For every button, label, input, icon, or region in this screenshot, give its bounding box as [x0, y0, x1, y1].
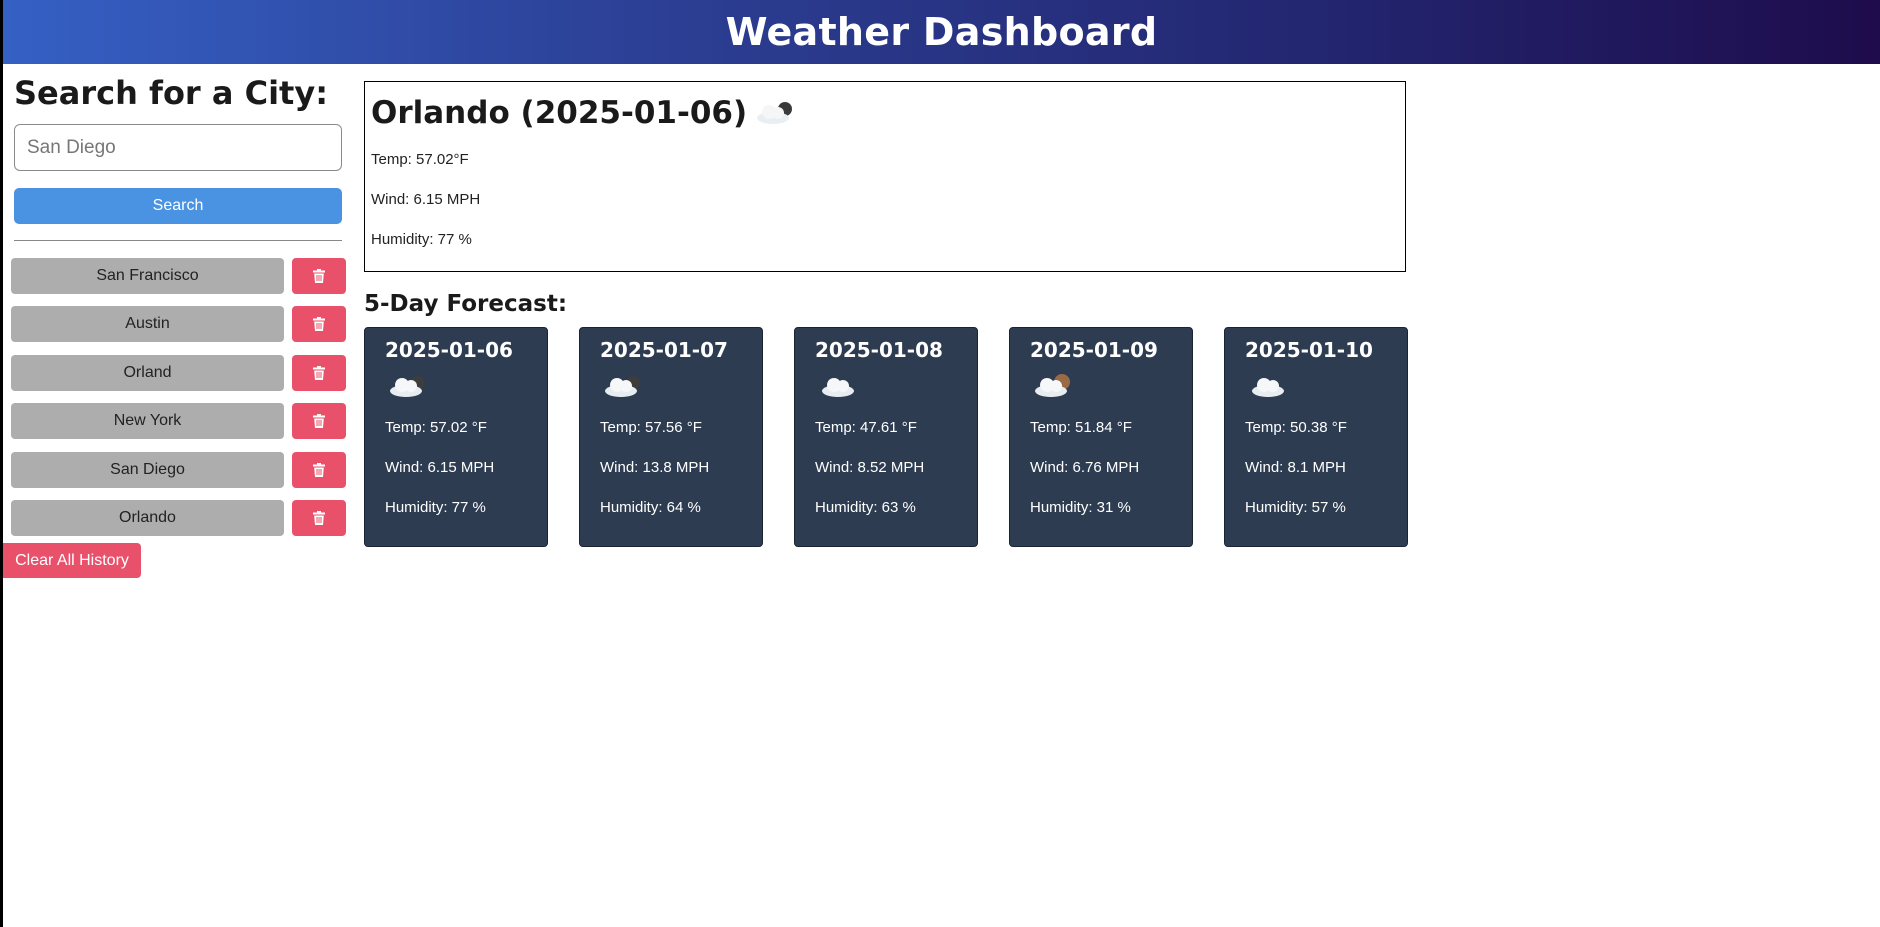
- history-city-button[interactable]: Orland: [11, 354, 284, 391]
- current-temp: Temp: 57.02°F: [371, 151, 469, 168]
- cloud-moon-icon: [753, 98, 797, 128]
- forecast-wind: Wind: 6.15 MPH: [385, 459, 495, 476]
- current-weather-heading: Orlando (2025-01-06): [371, 90, 1399, 136]
- forecast-card: 2025-01-06 Temp: 57.02 °F Wind: 6.15 MPH…: [364, 327, 548, 547]
- delete-history-button[interactable]: [292, 306, 346, 343]
- forecast-temp: Temp: 50.38 °F: [1245, 419, 1347, 436]
- forecast-date: 2025-01-09: [1030, 338, 1158, 362]
- history-item: Orlando: [11, 499, 347, 536]
- forecast-humidity: Humidity: 77 %: [385, 499, 486, 516]
- sidebar: Search for a City: Search San Francisco …: [11, 74, 347, 548]
- delete-history-button[interactable]: [292, 451, 346, 488]
- forecast-heading: 5-Day Forecast:: [364, 291, 568, 317]
- current-wind: Wind: 6.15 MPH: [371, 191, 481, 208]
- search-button[interactable]: Search: [14, 188, 342, 224]
- forecast-cards: 2025-01-06 Temp: 57.02 °F Wind: 6.15 MPH…: [364, 327, 1408, 547]
- forecast-humidity: Humidity: 63 %: [815, 499, 916, 516]
- forecast-date: 2025-01-10: [1245, 338, 1373, 362]
- current-humidity: Humidity: 77 %: [371, 231, 472, 248]
- delete-history-button[interactable]: [292, 403, 346, 440]
- forecast-temp: Temp: 57.02 °F: [385, 419, 487, 436]
- history-city-button[interactable]: San Francisco: [11, 258, 284, 294]
- cloud-moon-icon: [387, 362, 527, 408]
- forecast-humidity: Humidity: 64 %: [600, 499, 701, 516]
- forecast-humidity: Humidity: 31 %: [1030, 499, 1131, 516]
- forecast-card: 2025-01-09 Temp: 51.84 °F Wind: 6.76 MPH…: [1009, 327, 1193, 547]
- history-item: New York: [11, 403, 347, 440]
- cloud-moon-icon: [602, 362, 742, 408]
- trash-icon: [313, 365, 325, 380]
- forecast-card: 2025-01-10 Temp: 50.38 °F Wind: 8.1 MPH …: [1224, 327, 1408, 547]
- current-weather-panel: Orlando (2025-01-06) Temp: 57.02°F Wind:…: [364, 81, 1406, 272]
- trash-icon: [313, 510, 325, 525]
- trash-icon: [313, 462, 325, 477]
- forecast-date: 2025-01-06: [385, 338, 513, 362]
- forecast-humidity: Humidity: 57 %: [1245, 499, 1346, 516]
- history-city-button[interactable]: New York: [11, 403, 284, 440]
- history-item: Austin: [11, 306, 347, 343]
- history-city-button[interactable]: Austin: [11, 306, 284, 343]
- history-city-button[interactable]: San Diego: [11, 451, 284, 488]
- trash-icon: [313, 317, 325, 332]
- forecast-card: 2025-01-08 Temp: 47.61 °F Wind: 8.52 MPH…: [794, 327, 978, 547]
- history-item: San Diego: [11, 451, 347, 488]
- cloud-sun-icon: [1032, 362, 1172, 408]
- forecast-wind: Wind: 8.52 MPH: [815, 459, 925, 476]
- forecast-wind: Wind: 8.1 MPH: [1245, 459, 1346, 476]
- forecast-wind: Wind: 6.76 MPH: [1030, 459, 1140, 476]
- trash-icon: [313, 414, 325, 429]
- cloud-icon: [817, 362, 957, 408]
- delete-history-button[interactable]: [292, 499, 346, 536]
- history-item: San Francisco: [11, 258, 347, 294]
- page-title: Weather Dashboard: [725, 10, 1158, 54]
- cloud-icon: [1247, 362, 1387, 408]
- forecast-date: 2025-01-07: [600, 338, 728, 362]
- app-header: Weather Dashboard: [3, 0, 1880, 64]
- clear-history-button[interactable]: Clear All History: [3, 543, 141, 578]
- search-heading: Search for a City:: [14, 74, 328, 112]
- divider: [14, 240, 342, 241]
- history-city-button[interactable]: Orlando: [11, 499, 284, 536]
- forecast-temp: Temp: 47.61 °F: [815, 419, 917, 436]
- forecast-temp: Temp: 57.56 °F: [600, 419, 702, 436]
- delete-history-button[interactable]: [292, 258, 346, 294]
- trash-icon: [313, 269, 325, 283]
- forecast-card: 2025-01-07 Temp: 57.56 °F Wind: 13.8 MPH…: [579, 327, 763, 547]
- forecast-temp: Temp: 51.84 °F: [1030, 419, 1132, 436]
- delete-history-button[interactable]: [292, 354, 346, 391]
- forecast-date: 2025-01-08: [815, 338, 943, 362]
- history-item: Orland: [11, 354, 347, 391]
- city-search-input[interactable]: [14, 124, 342, 171]
- forecast-wind: Wind: 13.8 MPH: [600, 459, 710, 476]
- search-history-list: San Francisco Austin Orland New York San…: [11, 258, 347, 536]
- current-city-date: Orlando (2025-01-06): [371, 95, 748, 131]
